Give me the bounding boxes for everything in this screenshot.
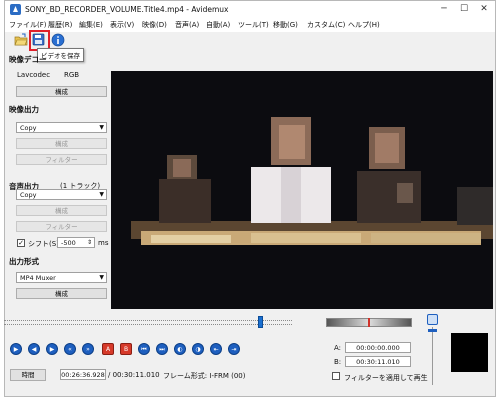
marker-a-time[interactable]: 00:00:00.000 [345,342,411,353]
rewind-icon[interactable]: ◀ [28,343,40,355]
time-button[interactable]: 時間 [10,369,46,381]
menu-auto[interactable]: 自動(A) [206,20,230,30]
chevron-down-icon: ▼ [99,274,104,281]
marker-b-time[interactable]: 00:30:11.010 [345,356,411,367]
audio-meter [451,333,488,372]
chevron-down-icon: ▼ [99,124,104,131]
chevron-down-icon: ▼ [99,191,104,198]
jog-indicator [368,318,370,327]
play-icon[interactable]: ▶ [10,343,22,355]
volume-slider-handle[interactable] [428,329,437,332]
prev-keyframe-icon[interactable]: « [64,343,76,355]
decoder-format: RGB [64,71,80,79]
video-filters-button[interactable]: フィルター [16,154,107,165]
shift-label: シフト(S) [28,240,59,248]
video-output-value: Copy [20,124,37,132]
shift-unit: ms [98,239,109,247]
menu-file[interactable]: ファイル(F) [9,20,47,30]
video-output-label: 映像出力 [9,105,39,114]
set-marker-b-icon[interactable]: B [120,343,132,355]
shift-spinbox[interactable]: -500 ⇕ [57,237,95,248]
close-icon[interactable]: ✕ [477,2,491,16]
shift-value: -500 [61,239,76,247]
menu-go[interactable]: 移動(G) [273,20,298,30]
next-black-icon[interactable]: ◑ [192,343,204,355]
prev-black-icon[interactable]: ◐ [174,343,186,355]
menu-custom[interactable]: カスタム(C) [307,20,345,30]
shift-checkbox[interactable]: ✓ [17,239,25,247]
timeline-track[interactable] [4,320,292,321]
info-icon[interactable] [51,33,65,47]
audio-output-select[interactable]: Copy ▼ [16,189,107,200]
menu-help[interactable]: ヘルプ(H) [348,20,380,30]
menu-tools[interactable]: ツール(T) [238,20,269,30]
frame-type: フレーム形式: I-FRM (00) [163,372,246,380]
window-title: SONY_BD_RECORDER_VOLUME.Title4.mp4 - Avi… [25,5,229,14]
marker-a-label: A: [334,344,342,352]
video-configure-button[interactable]: 構成 [16,138,107,149]
menu-history[interactable]: 履歴(R) [48,20,72,30]
marker-b-label: B: [334,358,342,366]
video-output-select[interactable]: Copy ▼ [16,122,107,133]
first-frame-icon[interactable]: ⇤ [210,343,222,355]
timeline-ticks [4,324,292,325]
title-bar: SONY_BD_RECORDER_VOLUME.Title4.mp4 - Avi… [5,1,495,18]
menu-audio[interactable]: 音声(A) [175,20,199,30]
total-time: / 00:30:11.010 [108,371,160,379]
menu-view[interactable]: 表示(V) [110,20,134,30]
prev-cut-icon[interactable]: ⏮ [138,343,150,355]
play-filtered-label: フィルターを適用して再生 [344,374,428,382]
volume-slider-track[interactable] [432,327,433,385]
video-preview [111,71,493,309]
menu-edit[interactable]: 編集(E) [79,20,103,30]
decoder-codec: Lavcodec [17,71,51,79]
last-frame-icon[interactable]: ⇥ [228,343,240,355]
forward-icon[interactable]: ▶ [46,343,58,355]
menu-video[interactable]: 映像(D) [142,20,167,30]
output-format-label: 出力形式 [9,257,39,266]
output-format-select[interactable]: MP4 Muxer ▼ [16,272,107,283]
maximize-icon[interactable]: ☐ [457,2,471,16]
spin-icon: ⇕ [86,239,92,246]
volume-icon[interactable] [427,314,438,325]
current-time-field[interactable]: 00:26:36.928 [60,369,106,380]
video-decoder-label: 映像デコー [9,55,47,64]
output-format-value: MP4 Muxer [20,274,56,282]
decoder-configure-button[interactable]: 構成 [16,86,107,97]
audio-filters-button[interactable]: フィルター [16,221,107,232]
next-keyframe-icon[interactable]: » [82,343,94,355]
audio-output-value: Copy [20,191,37,199]
next-cut-icon[interactable]: ⏭ [156,343,168,355]
avidemux-logo-icon [10,4,21,15]
menu-bar: ファイル(F) 履歴(R) 編集(E) 表示(V) 映像(D) 音声(A) 自動… [5,18,495,32]
open-folder-icon[interactable] [14,33,28,47]
set-marker-a-icon[interactable]: A [102,343,114,355]
timeline-slider[interactable] [258,316,263,328]
minimize-icon[interactable]: ─ [437,2,451,16]
play-filtered-checkbox[interactable] [332,372,340,380]
audio-configure-button[interactable]: 構成 [16,205,107,216]
output-configure-button[interactable]: 構成 [16,288,107,299]
